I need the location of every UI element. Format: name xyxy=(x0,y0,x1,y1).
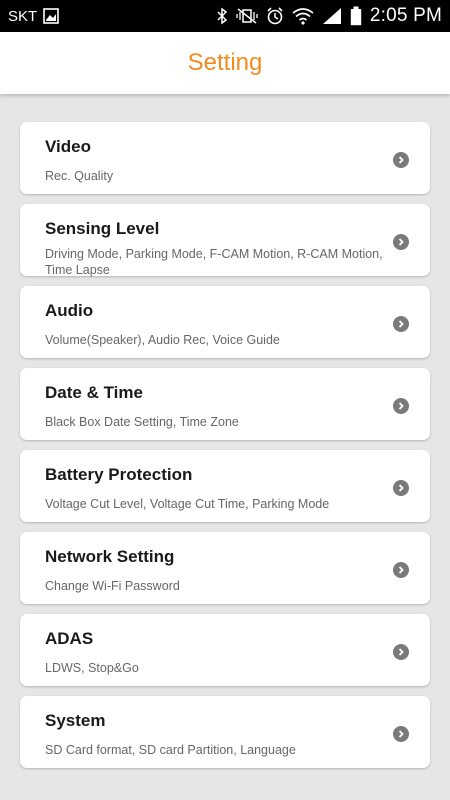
page-title: Setting xyxy=(187,49,263,76)
chevron-right-icon xyxy=(393,398,409,414)
setting-description: Driving Mode, Parking Mode, F-CAM Motion… xyxy=(45,247,383,277)
chevron-right-icon xyxy=(393,480,409,496)
app-header: Setting xyxy=(0,32,450,94)
vibrate-mute-icon xyxy=(236,6,258,26)
setting-description: Change Wi-Fi Password xyxy=(45,579,180,593)
setting-description: Black Box Date Setting, Time Zone xyxy=(45,415,239,429)
status-time: 2:05 PM xyxy=(369,5,442,26)
setting-item-adas[interactable]: ADAS LDWS, Stop&Go xyxy=(20,614,430,686)
chevron-right-icon xyxy=(393,152,409,168)
wifi-icon xyxy=(292,6,314,26)
setting-title: ADAS xyxy=(45,629,94,648)
bluetooth-icon xyxy=(216,6,228,26)
setting-description: Volume(Speaker), Audio Rec, Voice Guide xyxy=(45,333,280,347)
setting-item-audio[interactable]: Audio Volume(Speaker), Audio Rec, Voice … xyxy=(20,286,430,358)
image-icon xyxy=(43,6,59,26)
setting-title: System xyxy=(45,711,106,730)
chevron-right-icon xyxy=(393,644,409,660)
alarm-icon xyxy=(266,6,284,26)
chevron-right-icon xyxy=(393,726,409,742)
chevron-right-icon xyxy=(393,234,409,250)
battery-icon xyxy=(350,6,362,26)
carrier-label: SKT xyxy=(8,7,38,25)
setting-title: Audio xyxy=(45,301,94,320)
setting-item-network-setting[interactable]: Network Setting Change Wi-Fi Password xyxy=(20,532,430,604)
setting-item-system[interactable]: System SD Card format, SD card Partition… xyxy=(20,696,430,768)
chevron-right-icon xyxy=(393,562,409,578)
setting-title: Video xyxy=(45,137,91,156)
setting-description: Voltage Cut Level, Voltage Cut Time, Par… xyxy=(45,497,330,511)
setting-item-video[interactable]: Video Rec. Quality xyxy=(20,122,430,194)
setting-item-sensing-level[interactable]: Sensing Level Driving Mode, Parking Mode… xyxy=(20,204,430,277)
setting-item-battery-protection[interactable]: Battery Protection Voltage Cut Level, Vo… xyxy=(20,450,430,522)
setting-description: LDWS, Stop&Go xyxy=(45,661,139,675)
chevron-right-icon xyxy=(393,316,409,332)
setting-title: Network Setting xyxy=(45,547,175,566)
setting-description: SD Card format, SD card Partition, Langu… xyxy=(45,743,296,757)
status-bar: SKT 2:05 PM xyxy=(0,0,450,32)
setting-title: Date & Time xyxy=(45,383,143,402)
setting-title: Battery Protection xyxy=(45,465,193,484)
setting-description: Rec. Quality xyxy=(45,169,114,183)
setting-item-date-time[interactable]: Date & Time Black Box Date Setting, Time… xyxy=(20,368,430,440)
signal-icon xyxy=(322,6,342,26)
setting-title: Sensing Level xyxy=(45,219,160,238)
